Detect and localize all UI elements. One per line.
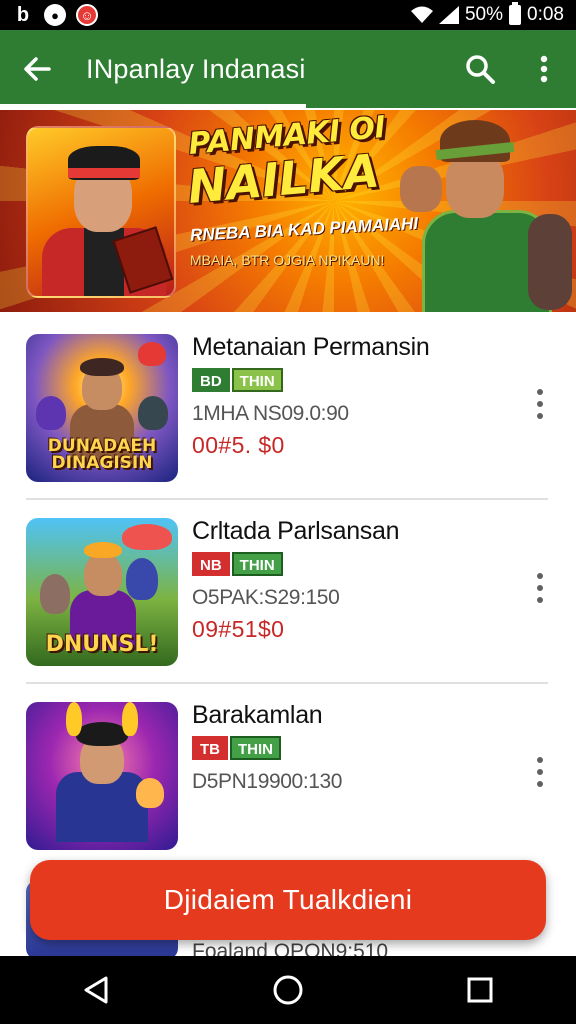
game-app-icon: ● <box>44 4 66 26</box>
thumb-hero-helmet <box>76 722 128 746</box>
item-title: Crltada Parlsansan <box>192 517 400 545</box>
item-meta: D5PN19900:130 <box>192 770 343 793</box>
page-title: INpanlay Indanasi <box>86 53 306 84</box>
nav-back-button[interactable] <box>56 956 136 1024</box>
banner-hero-right-image <box>400 114 576 312</box>
tag-badge: THIN <box>230 736 281 760</box>
warrior-fist <box>400 166 442 212</box>
more-options-button[interactable] <box>512 30 576 108</box>
status-left: b ● ☺ <box>12 4 98 26</box>
item-badges: BD THIN <box>192 368 512 392</box>
item-info: Barakamlan TB THIN D5PN19900:130 <box>192 700 512 794</box>
rating-badge: NB <box>192 552 230 576</box>
item-more-button[interactable] <box>520 748 560 796</box>
item-more-button[interactable] <box>520 564 560 612</box>
tag-badge: THIN <box>231 368 283 392</box>
search-icon <box>466 55 495 84</box>
game-app-red-icon: ☺ <box>76 4 98 26</box>
nav-recents-icon <box>467 977 493 1003</box>
notification-b-icon: b <box>16 3 30 26</box>
thumb-hero-hair <box>80 358 124 376</box>
thumb-dragon <box>138 342 166 366</box>
search-button[interactable] <box>448 30 512 108</box>
hero-headband <box>68 168 140 178</box>
thumb-ally-left <box>40 574 70 614</box>
screen: b ● ☺ 50% 0:08 INpanlay Indanasi PANMAKI… <box>0 0 576 1024</box>
thumb-title-art: DNUNSL! <box>45 632 159 657</box>
thumb-ally-left <box>36 396 66 430</box>
item-badges: TB THIN <box>192 736 512 760</box>
banner-caption: MBAIA, BTR OJGIA NPIKAUN! <box>190 252 385 268</box>
banner-hero-left-image <box>26 126 176 298</box>
wifi-icon <box>410 6 433 23</box>
game-thumbnail: DUNADAEH DINAGISIN <box>26 334 178 482</box>
thumb-horn-right <box>122 702 138 736</box>
thumb-hero-crown <box>84 542 122 558</box>
thumb-hero-fist <box>136 778 164 808</box>
nav-home-button[interactable] <box>248 956 328 1024</box>
warrior-arm <box>528 214 572 310</box>
arrow-left-icon <box>24 57 51 81</box>
battery-icon <box>509 2 522 25</box>
game-thumbnail <box>26 702 178 850</box>
download-cta-button[interactable]: Djidaiem Tualkdieni <box>30 860 546 940</box>
nav-back-icon <box>84 976 108 1004</box>
battery-text: 50% <box>464 4 504 25</box>
item-badges: NB THIN <box>192 552 512 576</box>
thumb-horn-left <box>66 702 82 736</box>
list-item[interactable]: DNUNSL! Crltada Parlsansan NB THIN O5PAK… <box>0 496 576 680</box>
item-info: Metanaian Permansin BD THIN 1MHA NS09.0:… <box>192 332 512 459</box>
promo-banner[interactable]: PANMAKI OI NAILKA RNEBA BIA KAD PIAMAIAH… <box>0 110 576 312</box>
item-meta: O5PAK:S29:150 <box>192 586 340 609</box>
system-nav-bar <box>0 956 576 1024</box>
nav-recents-button[interactable] <box>440 956 520 1024</box>
thumb-ally-right <box>138 396 168 430</box>
tag-badge: THIN <box>231 552 283 576</box>
item-meta: 1MHA NS09.0:90 <box>192 402 349 425</box>
clock: 0:08 <box>527 4 564 25</box>
back-button[interactable] <box>0 30 74 108</box>
rating-badge: TB <box>192 736 228 760</box>
nav-home-icon <box>273 975 303 1005</box>
thumb-title-art: DUNADAEH DINAGISIN <box>47 436 157 473</box>
status-right: 50% 0:08 <box>410 2 564 26</box>
item-price: 09#51$0 <box>192 616 285 642</box>
thumb-bird <box>122 524 172 550</box>
item-title: Metanaian Permansin <box>192 333 430 361</box>
thumb-ally-right <box>126 558 158 600</box>
tab-indicator <box>0 104 306 108</box>
thumb-hero-face <box>84 552 122 596</box>
more-vert-icon <box>540 55 548 83</box>
banner-text: PANMAKI OI NAILKA RNEBA BIA KAD PIAMAIAH… <box>186 110 419 268</box>
item-info: Crltada Parlsansan NB THIN O5PAK:S29:150… <box>192 516 512 643</box>
cta-label: Djidaiem Tualkdieni <box>163 884 413 915</box>
app-bar: INpanlay Indanasi <box>0 30 576 108</box>
rating-badge: BD <box>192 368 230 392</box>
item-title: Barakamlan <box>192 701 323 729</box>
banner-subtitle: RNEBA BIA KAD PIAMAIAHI <box>189 213 419 245</box>
status-bar: b ● ☺ 50% 0:08 <box>0 0 576 30</box>
list-item[interactable]: Barakamlan TB THIN D5PN19900:130 <box>0 680 576 864</box>
list-item[interactable]: DUNADAEH DINAGISIN Metanaian Permansin B… <box>0 312 576 496</box>
item-more-button[interactable] <box>520 380 560 428</box>
game-thumbnail: DNUNSL! <box>26 518 178 666</box>
item-price: 00#5. $0 <box>192 432 285 458</box>
signal-icon <box>438 6 459 24</box>
